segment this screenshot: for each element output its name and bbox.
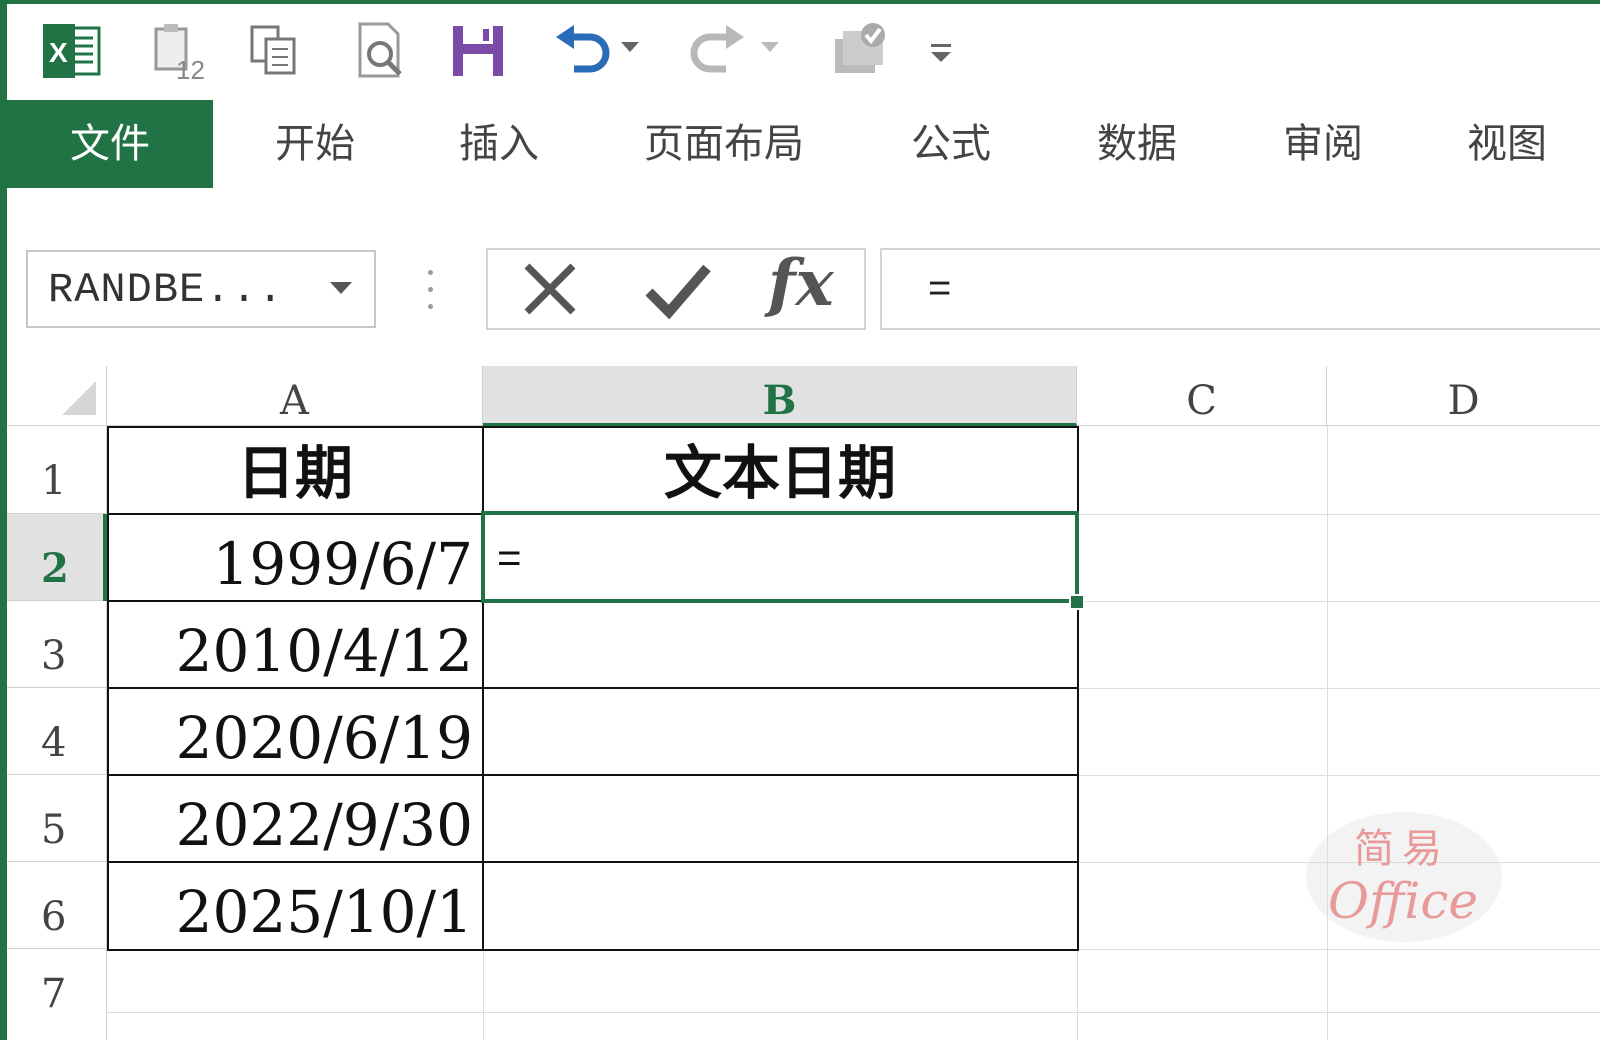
gridline [107, 1012, 1600, 1013]
tab-home[interactable]: 开始 [250, 100, 380, 188]
tab-insert[interactable]: 插入 [434, 100, 564, 188]
cell-a2[interactable]: 1999/6/7 [107, 514, 483, 601]
tab-data[interactable]: 数据 [1072, 100, 1202, 188]
formula-input[interactable]: = [880, 248, 1600, 330]
undo-dropdown-icon[interactable] [619, 40, 641, 59]
worksheet-grid: A B C D 1 2 3 4 5 6 7 日期 文本日期 1999/6/7 2… [7, 366, 1600, 1040]
cell-b1[interactable]: 文本日期 [483, 426, 1077, 514]
row-header-2[interactable]: 2 [7, 514, 107, 601]
cell-a5[interactable]: 2022/9/30 [107, 775, 483, 862]
tab-file[interactable]: 文件 [7, 100, 213, 188]
row-header-7[interactable]: 7 [7, 949, 107, 1040]
cell-a6[interactable]: 2025/10/1 [107, 862, 483, 949]
row-header-3[interactable]: 3 [7, 601, 107, 688]
tab-formulas[interactable]: 公式 [886, 100, 1016, 188]
select-all-button[interactable] [7, 366, 107, 426]
quick-access-toolbar: X 12 [7, 4, 1600, 100]
gridline [1077, 949, 1078, 1040]
undo-icon[interactable] [547, 18, 617, 84]
column-header-d[interactable]: D [1327, 366, 1600, 426]
tab-view[interactable]: 视图 [1442, 100, 1572, 188]
formula-bar-buttons: fx [486, 246, 866, 330]
gridline [1077, 775, 1600, 776]
touch-mode-icon[interactable] [821, 18, 901, 84]
watermark-top-text: 简易 [1354, 826, 1450, 872]
cell-a4[interactable]: 2020/6/19 [107, 688, 483, 775]
insert-function-button[interactable]: fx [768, 246, 834, 321]
formula-bar-grip-icon[interactable] [428, 270, 434, 310]
row-header-4[interactable]: 4 [7, 688, 107, 775]
row-header-1[interactable]: 1 [7, 426, 107, 514]
active-cell-b2[interactable] [481, 511, 1079, 603]
cell-a3[interactable]: 2010/4/12 [107, 601, 483, 688]
cell-b2-edit-text: = [497, 534, 522, 581]
gridline [1077, 601, 1600, 602]
name-box-value: RANDBE... [48, 266, 284, 314]
row-selection-indicator [103, 514, 107, 601]
print-preview-icon[interactable] [347, 18, 417, 84]
gridline [483, 949, 484, 1040]
svg-text:12: 12 [176, 55, 205, 81]
cell-a1[interactable]: 日期 [107, 426, 483, 514]
gridline [1327, 426, 1328, 1040]
column-header-b[interactable]: B [483, 366, 1077, 426]
gridline [1077, 949, 1600, 950]
tab-review[interactable]: 审阅 [1258, 100, 1388, 188]
redo-dropdown-icon[interactable] [759, 40, 781, 59]
customize-toolbar-icon[interactable] [929, 42, 953, 71]
fill-handle[interactable] [1069, 594, 1085, 610]
redo-icon[interactable] [683, 18, 753, 84]
column-header-a[interactable]: A [107, 366, 483, 426]
copy-icon[interactable] [241, 18, 311, 84]
excel-logo-icon[interactable]: X [37, 18, 107, 84]
paste-special-icon[interactable]: 12 [143, 18, 213, 84]
cancel-entry-button[interactable] [512, 256, 588, 322]
name-box-dropdown-icon[interactable] [328, 280, 354, 301]
ribbon-tabs: 文件 开始 插入 页面布局 公式 数据 审阅 视图 [0, 100, 1600, 190]
column-header-c[interactable]: C [1077, 366, 1327, 426]
svg-text:X: X [49, 37, 68, 68]
watermark-logo: 简易 Office [1306, 812, 1502, 942]
tab-page-layout[interactable]: 页面布局 [620, 100, 828, 188]
row-header-5[interactable]: 5 [7, 775, 107, 862]
enter-entry-button[interactable] [638, 256, 718, 322]
formula-content: = [928, 266, 952, 310]
name-box[interactable]: RANDBE... [26, 250, 376, 328]
watermark-bottom-text: Office [1328, 872, 1478, 930]
gridline [1077, 514, 1600, 515]
save-icon[interactable] [443, 18, 513, 84]
gridline [1077, 688, 1600, 689]
row-header-6[interactable]: 6 [7, 862, 107, 949]
